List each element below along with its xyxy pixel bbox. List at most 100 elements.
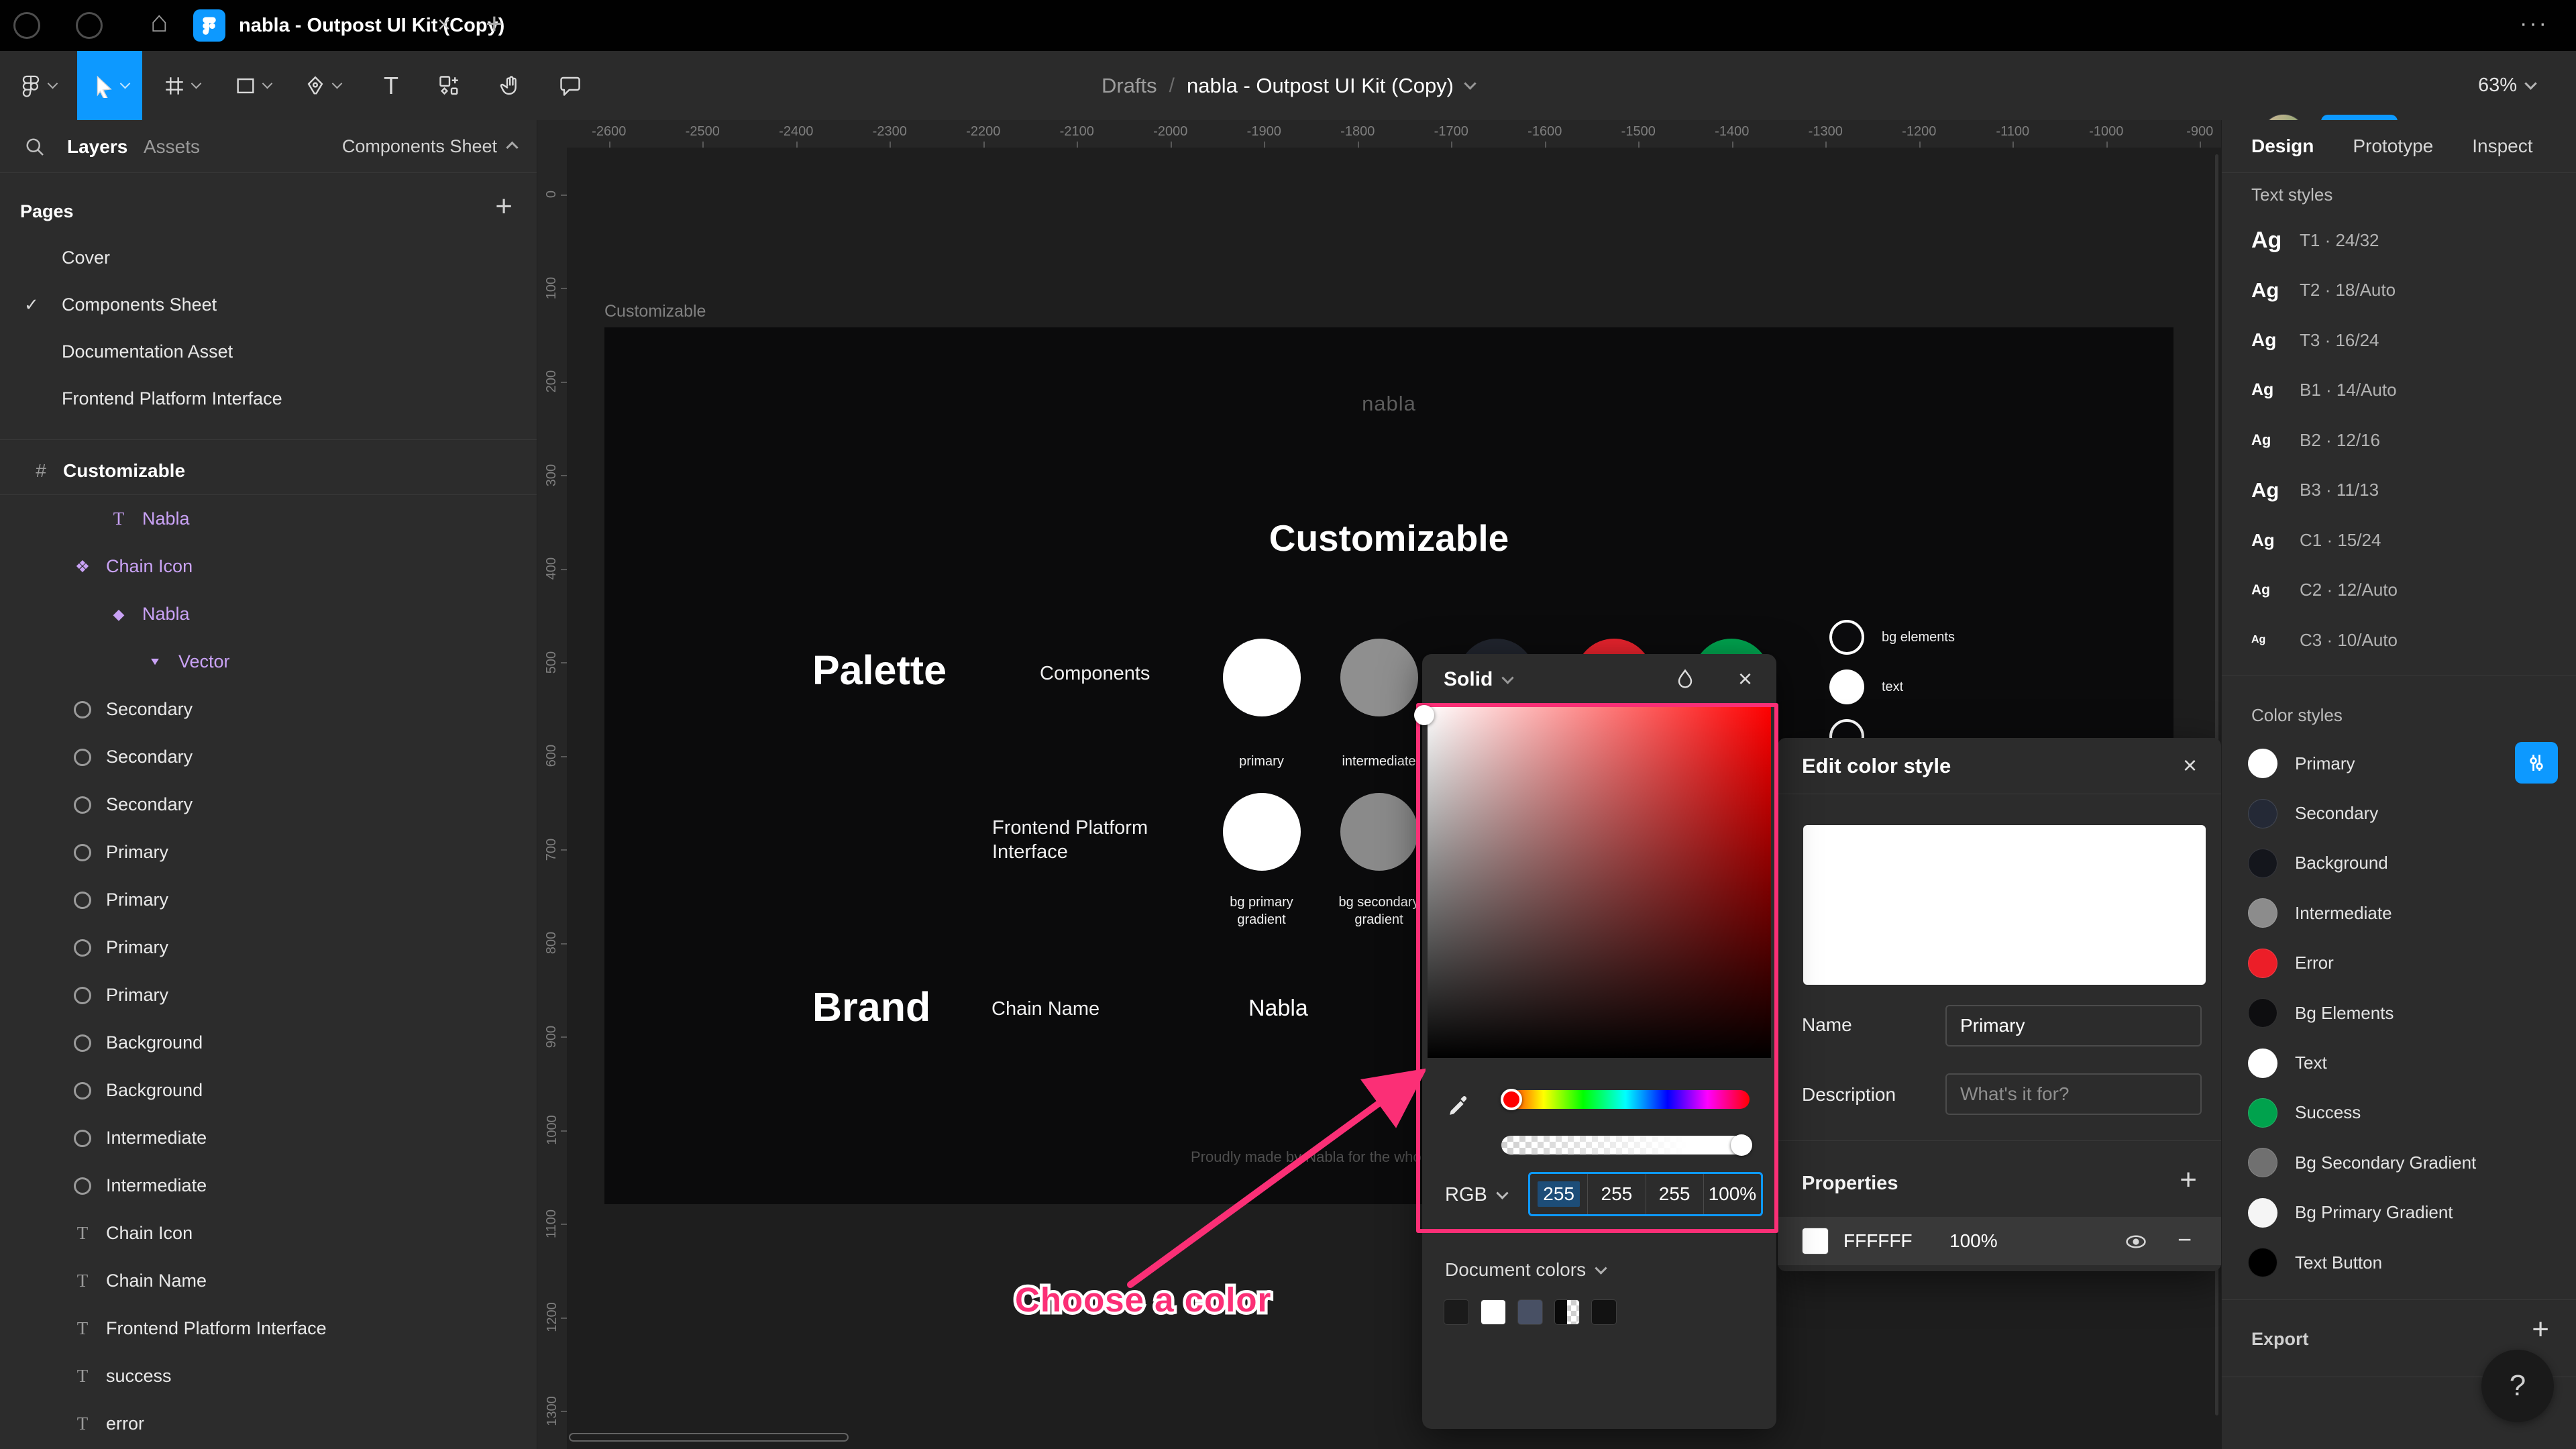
- description-field[interactable]: [1945, 1073, 2202, 1115]
- color-style-row[interactable]: Text Button: [2222, 1238, 2576, 1287]
- close-icon[interactable]: ×: [1738, 654, 1752, 705]
- color-style-row[interactable]: Secondary: [2222, 788, 2576, 838]
- page-row[interactable]: Frontend Platform Interface: [0, 375, 537, 422]
- breadcrumb-drafts[interactable]: Drafts: [1102, 74, 1157, 98]
- panel-tab[interactable]: Design: [2251, 136, 2314, 157]
- frame-tool-button[interactable]: [161, 51, 201, 120]
- chevron-down-icon[interactable]: [119, 78, 131, 89]
- color-property-row[interactable]: FFFFFF 100% −: [1778, 1217, 2221, 1265]
- color-circle[interactable]: [1222, 793, 1301, 871]
- document-color-swatch[interactable]: [1554, 1299, 1580, 1325]
- comment-tool-button[interactable]: [550, 51, 590, 120]
- layer-row[interactable]: Primary: [0, 971, 537, 1019]
- color-circle[interactable]: [1222, 639, 1301, 716]
- opacity-value[interactable]: 100%: [1949, 1217, 1998, 1265]
- help-button[interactable]: ?: [2481, 1350, 2554, 1422]
- layer-row[interactable]: Frontend Platform Interface: [0, 1305, 537, 1352]
- move-tool-button[interactable]: [77, 51, 142, 120]
- window-control-icon[interactable]: [76, 12, 103, 39]
- color-style-row[interactable]: Bg Secondary Gradient: [2222, 1138, 2576, 1187]
- chevron-down-icon[interactable]: [1501, 671, 1515, 684]
- document-color-swatch[interactable]: [1481, 1299, 1506, 1325]
- legend-row[interactable]: text: [1829, 669, 1955, 704]
- document-color-swatch[interactable]: [1517, 1299, 1543, 1325]
- text-style-row[interactable]: Ag B1 · 14/Auto: [2222, 366, 2576, 416]
- text-style-row[interactable]: Ag T1 · 24/32: [2222, 215, 2576, 266]
- panel-tab[interactable]: Inspect: [2472, 136, 2532, 157]
- text-style-row[interactable]: Ag C2 · 12/Auto: [2222, 566, 2576, 616]
- text-style-row[interactable]: Ag T3 · 16/24: [2222, 315, 2576, 366]
- window-control-icon[interactable]: [13, 12, 40, 39]
- color-style-row[interactable]: Intermediate: [2222, 888, 2576, 938]
- main-menu-button[interactable]: [17, 51, 58, 120]
- layer-row[interactable]: Nabla: [0, 495, 537, 543]
- layer-row[interactable]: Chain Icon: [0, 1210, 537, 1257]
- page-row[interactable]: Documentation Asset: [0, 328, 537, 375]
- droplet-icon[interactable]: [1673, 667, 1697, 695]
- panel-tab[interactable]: Prototype: [2353, 136, 2433, 157]
- palette-swatch[interactable]: primary: [1203, 639, 1320, 770]
- color-style-row[interactable]: Bg Elements: [2222, 988, 2576, 1038]
- text-tool-button[interactable]: T: [373, 51, 409, 120]
- color-style-row[interactable]: Text: [2222, 1038, 2576, 1087]
- legend-row[interactable]: bg elements: [1829, 620, 1955, 655]
- add-export-button[interactable]: +: [2532, 1313, 2549, 1346]
- layer-row[interactable]: success: [0, 1352, 537, 1400]
- color-position-handle[interactable]: [1414, 705, 1434, 725]
- document-colors-toggle[interactable]: Document colors: [1445, 1259, 1607, 1281]
- color-swatch[interactable]: [1802, 1228, 1829, 1254]
- page-row[interactable]: ✓ Components Sheet: [0, 281, 537, 328]
- text-style-row[interactable]: Ag C3 · 10/Auto: [2222, 615, 2576, 665]
- color-style-row[interactable]: Bg Primary Gradient: [2222, 1188, 2576, 1238]
- name-field[interactable]: [1945, 1005, 2202, 1046]
- text-style-row[interactable]: Ag B3 · 11/13: [2222, 466, 2576, 516]
- new-tab-button[interactable]: +: [486, 0, 503, 51]
- canvas[interactable]: Customizable nabla Customizable Palette …: [567, 148, 2221, 1449]
- layer-row[interactable]: Chain Name: [0, 1257, 537, 1305]
- document-menu-chevron-icon[interactable]: [1464, 77, 1477, 90]
- visibility-eye-icon[interactable]: [2123, 1229, 2149, 1258]
- palette-swatch[interactable]: bg primary gradient: [1203, 793, 1320, 928]
- document-color-swatch[interactable]: [1591, 1299, 1617, 1325]
- zoom-menu[interactable]: 63%: [2478, 51, 2537, 120]
- layer-row[interactable]: Nabla: [0, 590, 537, 638]
- page-row[interactable]: Cover: [0, 234, 537, 281]
- color-style-row[interactable]: Background: [2222, 839, 2576, 888]
- text-style-row[interactable]: Ag T2 · 18/Auto: [2222, 266, 2576, 316]
- layer-row[interactable]: Primary: [0, 924, 537, 971]
- tab-title[interactable]: nabla - Outpost UI Kit (Copy): [239, 0, 504, 51]
- layer-row-customizable-frame[interactable]: # Customizable: [0, 447, 537, 494]
- add-property-button[interactable]: +: [2180, 1163, 2197, 1197]
- remove-property-icon[interactable]: −: [2178, 1217, 2192, 1265]
- add-page-button[interactable]: +: [495, 190, 513, 223]
- color-circle[interactable]: [1829, 620, 1864, 655]
- layer-row[interactable]: Secondary: [0, 686, 537, 733]
- component-tool-button[interactable]: [429, 51, 470, 120]
- close-icon[interactable]: ×: [2183, 738, 2197, 794]
- document-color-swatch[interactable]: [1444, 1299, 1469, 1325]
- layer-row[interactable]: Secondary: [0, 781, 537, 828]
- layer-row[interactable]: error: [0, 1400, 537, 1448]
- color-style-row[interactable]: Error: [2222, 938, 2576, 988]
- frame-label[interactable]: Customizable: [604, 302, 706, 321]
- layer-row[interactable]: Background: [0, 1019, 537, 1067]
- hand-tool-button[interactable]: [491, 51, 531, 120]
- layer-row[interactable]: Background: [0, 1067, 537, 1114]
- layer-row[interactable]: Secondary: [0, 733, 537, 781]
- breadcrumb-document-title[interactable]: nabla - Outpost UI Kit (Copy): [1187, 74, 1454, 98]
- color-style-row[interactable]: Success: [2222, 1088, 2576, 1138]
- layer-row[interactable]: Primary: [0, 876, 537, 924]
- layer-row[interactable]: Vector: [0, 638, 537, 686]
- color-circle[interactable]: [1829, 669, 1864, 704]
- paint-type-select[interactable]: Solid: [1444, 668, 1493, 691]
- layer-row[interactable]: Intermediate: [0, 1114, 537, 1162]
- window-overflow-menu-icon[interactable]: ···: [2520, 0, 2548, 51]
- pen-tool-button[interactable]: [302, 51, 342, 120]
- color-circle[interactable]: [1340, 793, 1418, 871]
- tab-assets[interactable]: Assets: [144, 120, 200, 173]
- color-style-row[interactable]: Primary: [2222, 739, 2576, 788]
- layer-row[interactable]: Chain Icon: [0, 543, 537, 590]
- layer-row[interactable]: Intermediate: [0, 1162, 537, 1210]
- horizontal-scrollbar[interactable]: [569, 1433, 849, 1442]
- color-circle[interactable]: [1340, 639, 1418, 716]
